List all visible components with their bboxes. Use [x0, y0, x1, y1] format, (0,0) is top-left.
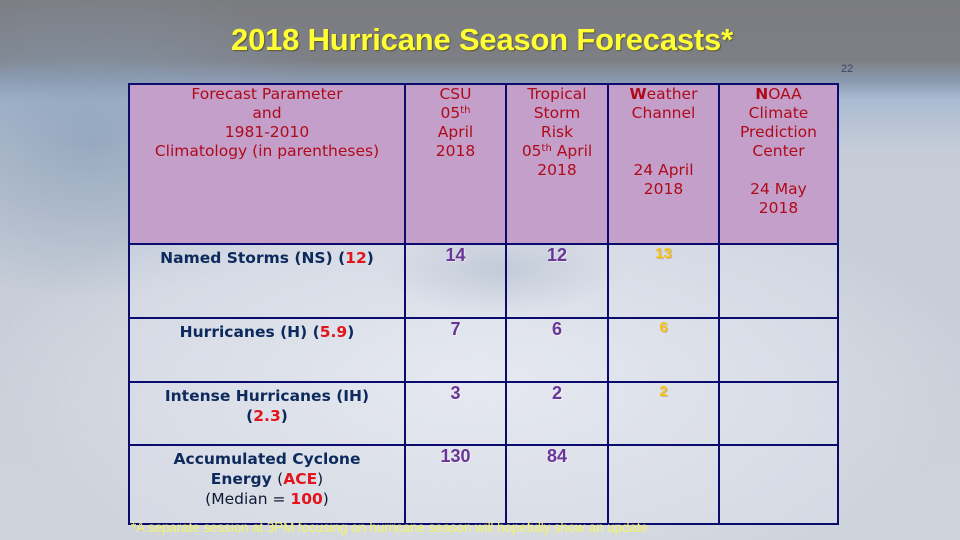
header-csu-year: 2018 — [435, 142, 476, 160]
header-tsr: Tropical Storm Risk 05th April 2018 — [505, 83, 609, 245]
tsr-value: 2 — [505, 381, 609, 446]
header-tsr-date: 05th April — [507, 142, 607, 161]
table-row: Named Storms (NS) (12) 14 12 13 — [128, 243, 839, 319]
header-tsr-year: 2018 — [537, 161, 577, 179]
name-rest: eather — [646, 85, 698, 103]
header-csu: CSU 05th April 2018 — [404, 83, 507, 245]
header-noaa-line: Center — [752, 142, 805, 160]
month: April — [556, 142, 593, 160]
climatology-value: 2.3 — [253, 407, 281, 425]
header-noaa-name: NOAA — [720, 85, 837, 104]
noaa-value — [718, 243, 839, 319]
table-row: Accumulated Cyclone Energy (ACE) (Median… — [128, 444, 839, 525]
slide: 2018 Hurricane Season Forecasts* 22 Fore… — [0, 0, 960, 540]
header-noaa-year: 2018 — [758, 199, 799, 217]
csu-value: 130 — [404, 444, 507, 525]
climatology-value: 5.9 — [319, 323, 348, 341]
slide-number: 22 — [841, 63, 854, 75]
header-noaa-line: Climate — [748, 104, 809, 122]
header-csu-name: CSU — [439, 85, 472, 103]
header-wc-line: Channel — [631, 104, 696, 122]
header-wc-name: Weather — [609, 85, 718, 104]
table-row: Hurricanes (H) (5.9) 7 6 6 — [128, 317, 839, 383]
header-noaa-line: Prediction — [739, 123, 817, 141]
header-parameter-line: Climatology (in parentheses) — [154, 142, 380, 160]
footnote: *A separate session at 3PM focusing on h… — [131, 520, 648, 535]
header-csu-month: April — [437, 123, 474, 141]
weather-channel-value: 13 — [607, 243, 720, 319]
weather-channel-value: 2 — [607, 381, 720, 446]
header-tsr-line: Risk — [540, 123, 574, 141]
header-wc-year: 2018 — [643, 180, 684, 198]
header-noaa: NOAA Climate Prediction Center 24 May 20… — [718, 83, 839, 245]
csu-value: 7 — [404, 317, 507, 383]
weather-channel-value — [607, 444, 720, 525]
parameter-cell: Intense Hurricanes (IH) (2.3) — [128, 381, 406, 446]
median-label: Median = — [211, 490, 291, 508]
initial: W — [629, 85, 647, 103]
day: 05 — [521, 142, 542, 160]
header-tsr-line: Tropical — [527, 85, 587, 103]
header-parameter-line: and — [252, 104, 282, 122]
parameter-name: Accumulated Cyclone — [173, 450, 361, 468]
parameter-cell: Accumulated Cyclone Energy (ACE) (Median… — [128, 444, 406, 525]
header-row: Forecast Parameter and 1981-2010 Climato… — [128, 83, 839, 245]
noaa-value — [718, 381, 839, 446]
parameter-abbreviation: ACE — [283, 470, 318, 488]
climatology-value: 12 — [345, 249, 367, 267]
header-csu-day: 05th — [406, 104, 505, 123]
header-weather-channel: Weather Channel 24 April 2018 — [607, 83, 720, 245]
parameter-cell: Hurricanes (H) (5.9) — [128, 317, 406, 383]
forecast-table: Forecast Parameter and 1981-2010 Climato… — [128, 83, 839, 525]
parameter-name: Hurricanes (H) — [179, 323, 308, 341]
header-parameter-line: 1981-2010 — [224, 123, 310, 141]
parameter-cell: Named Storms (NS) (12) — [128, 243, 406, 319]
header-wc-date: 24 April — [633, 161, 694, 179]
noaa-value — [718, 317, 839, 383]
tsr-value: 12 — [505, 243, 609, 319]
weather-channel-value: 6 — [607, 317, 720, 383]
tsr-value: 6 — [505, 317, 609, 383]
slide-title: 2018 Hurricane Season Forecasts* — [231, 22, 733, 57]
name-rest: OAA — [768, 85, 802, 103]
tsr-value: 84 — [505, 444, 609, 525]
day: 05 — [440, 104, 461, 122]
parameter-name: Intense Hurricanes (IH) — [164, 387, 370, 405]
csu-value: 3 — [404, 381, 507, 446]
parameter-name: Named Storms (NS) — [160, 249, 333, 267]
day-suffix: th — [460, 105, 471, 116]
day-suffix: th — [541, 143, 552, 154]
climatology-value: 100 — [290, 490, 323, 508]
parameter-name: Energy — [210, 470, 272, 488]
header-parameter: Forecast Parameter and 1981-2010 Climato… — [128, 83, 406, 245]
header-noaa-date: 24 May — [750, 180, 807, 198]
header-tsr-line: Storm — [533, 104, 581, 122]
table-row: Intense Hurricanes (IH) (2.3) 3 2 2 — [128, 381, 839, 446]
header-parameter-line: Forecast Parameter — [191, 85, 343, 103]
csu-value: 14 — [404, 243, 507, 319]
initial: N — [755, 85, 769, 103]
noaa-value — [718, 444, 839, 525]
